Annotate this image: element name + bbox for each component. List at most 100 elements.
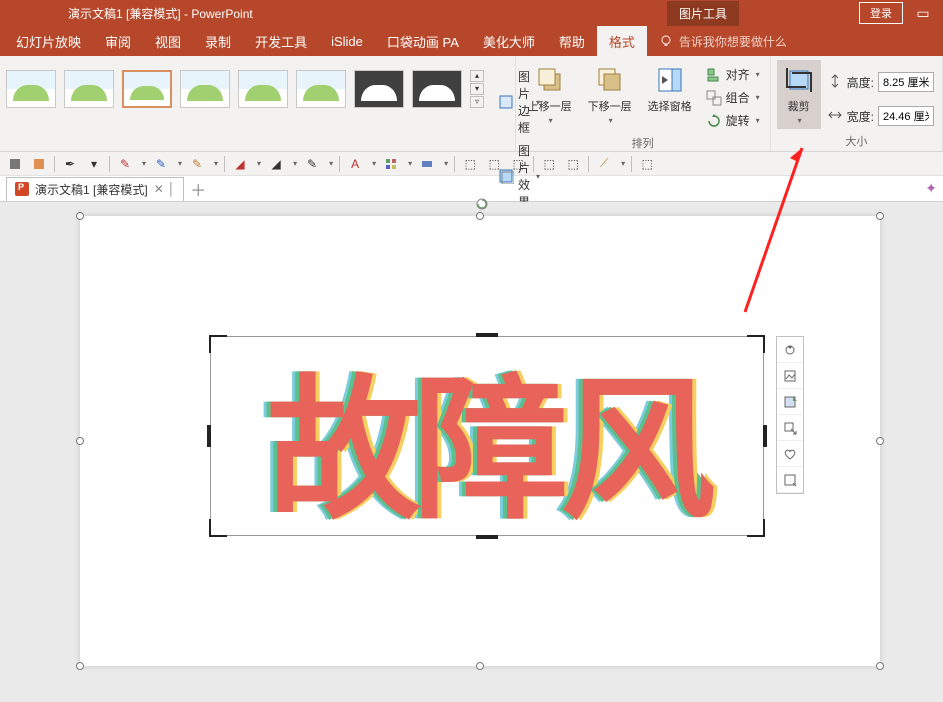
selected-image[interactable]: 故障风: [210, 336, 764, 536]
qat-pen3[interactable]: ✎: [188, 155, 206, 173]
style-thumb-3[interactable]: [122, 70, 172, 108]
style-thumb-7[interactable]: [354, 70, 404, 108]
crop-handle[interactable]: [476, 535, 498, 539]
group-button[interactable]: 组合▾: [702, 87, 764, 108]
flyout-option-5[interactable]: [777, 441, 803, 467]
doc-tab[interactable]: 演示文稿1 [兼容模式] ✕ │: [6, 177, 184, 201]
qat-a4[interactable]: ⬚: [540, 155, 558, 173]
style-thumb-4[interactable]: [180, 70, 230, 108]
pane-icon: [654, 64, 686, 96]
send-backward-button[interactable]: 下移一层▾: [582, 60, 638, 129]
qat-rect[interactable]: [418, 155, 436, 173]
crop-handle[interactable]: [476, 333, 498, 337]
crop-handle[interactable]: [207, 425, 211, 447]
qat-a3[interactable]: ⬚: [509, 155, 527, 173]
tab-slideshow[interactable]: 幻灯片放映: [4, 26, 93, 57]
tab-format[interactable]: 格式: [597, 26, 647, 57]
crop-handle[interactable]: [747, 519, 765, 537]
crop-handle[interactable]: [209, 519, 227, 537]
sel-handle[interactable]: [476, 662, 484, 670]
tab-dev[interactable]: 开发工具: [243, 26, 319, 57]
qat-a5[interactable]: ⬚: [564, 155, 582, 173]
style-thumb-5[interactable]: [238, 70, 288, 108]
width-input[interactable]: [878, 106, 934, 126]
bring-forward-button[interactable]: 上移一层▾: [522, 60, 578, 129]
flyout-option-1[interactable]: [777, 337, 803, 363]
border-icon: [498, 94, 514, 110]
qat-a1[interactable]: ⬚: [461, 155, 479, 173]
qat-fill[interactable]: ◢: [231, 155, 249, 173]
bulb-icon: [659, 34, 673, 48]
add-tab-button[interactable]: ＋: [190, 177, 206, 201]
title-bar: 演示文稿1 [兼容模式] - PowerPoint 图片工具 登录 ▭: [0, 0, 943, 26]
sel-handle[interactable]: [876, 662, 884, 670]
crop-handle[interactable]: [209, 335, 227, 353]
star-icon[interactable]: ✦: [925, 180, 937, 197]
crop-button[interactable]: 裁剪▾: [777, 60, 821, 129]
qat-grid[interactable]: [382, 155, 400, 173]
sel-handle[interactable]: [876, 212, 884, 220]
ribbon-display-options-icon[interactable]: ▭: [911, 5, 935, 22]
chevron-down-icon: ▾: [549, 116, 553, 125]
chevron-down-icon: ▾: [756, 70, 760, 79]
tab-islide[interactable]: iSlide: [319, 28, 375, 55]
height-control: 高度:: [825, 70, 936, 94]
width-control: 宽度:: [825, 104, 936, 128]
layout-options-flyout: [776, 336, 804, 494]
sel-handle[interactable]: [76, 662, 84, 670]
tab-pocket[interactable]: 口袋动画 PA: [375, 26, 471, 57]
pin-tab-icon[interactable]: │: [168, 182, 176, 196]
search-placeholder: 告诉我你想要做什么: [679, 33, 787, 50]
qat-fill3[interactable]: ✎: [303, 155, 321, 173]
tab-help[interactable]: 帮助: [547, 26, 597, 57]
align-icon: [706, 67, 722, 83]
qat-eyedropper[interactable]: ✒: [61, 155, 79, 173]
qat-a7[interactable]: ⬚: [638, 155, 656, 173]
tab-view[interactable]: 视图: [143, 26, 193, 57]
tab-beautify[interactable]: 美化大师: [471, 26, 547, 57]
rotate-handle[interactable]: [476, 198, 484, 206]
gallery-scroll-down[interactable]: ▾: [470, 83, 484, 95]
selection-pane-button[interactable]: 选择窗格: [642, 60, 698, 118]
close-tab-icon[interactable]: ✕: [154, 182, 164, 196]
sel-handle[interactable]: [876, 437, 884, 445]
qat-font[interactable]: A: [346, 155, 364, 173]
gallery-expand[interactable]: ▿: [470, 96, 484, 108]
doc-tab-title: 演示文稿1 [兼容模式]: [35, 181, 148, 198]
qat-2[interactable]: [30, 155, 48, 173]
style-thumb-8[interactable]: [412, 70, 462, 108]
tab-record[interactable]: 录制: [193, 26, 243, 57]
qat-pen2[interactable]: ✎: [152, 155, 170, 173]
align-button[interactable]: 对齐▾: [702, 64, 764, 85]
gallery-scroll-up[interactable]: ▴: [470, 70, 484, 82]
chevron-down-icon: ▾: [756, 116, 760, 125]
tell-me-search[interactable]: 告诉我你想要做什么: [659, 33, 787, 50]
login-button[interactable]: 登录: [859, 2, 903, 24]
flyout-option-4[interactable]: [777, 415, 803, 441]
forward-icon: [534, 64, 566, 96]
qat-fill2[interactable]: ◢: [267, 155, 285, 173]
picture-styles-gallery[interactable]: ▴ ▾ ▿: [6, 60, 484, 108]
slide[interactable]: 故障风: [80, 216, 880, 666]
qat-dd[interactable]: ▾: [85, 155, 103, 173]
sel-handle[interactable]: [76, 437, 84, 445]
crop-handle[interactable]: [763, 425, 767, 447]
crop-handle[interactable]: [747, 335, 765, 353]
height-input[interactable]: [878, 72, 934, 92]
tab-review[interactable]: 审阅: [93, 26, 143, 57]
qat-a6[interactable]: ⟋: [595, 155, 613, 173]
flyout-option-3[interactable]: [777, 389, 803, 415]
style-thumb-6[interactable]: [296, 70, 346, 108]
rotate-button[interactable]: 旋转▾: [702, 110, 764, 131]
style-thumb-2[interactable]: [64, 70, 114, 108]
slide-canvas[interactable]: 故障风: [0, 202, 943, 702]
qat-pen[interactable]: ✎: [116, 155, 134, 173]
style-thumb-1[interactable]: [6, 70, 56, 108]
sel-handle[interactable]: [476, 212, 484, 220]
qat-1[interactable]: [6, 155, 24, 173]
sel-handle[interactable]: [76, 212, 84, 220]
flyout-option-6[interactable]: [777, 467, 803, 493]
chevron-down-icon: ▾: [798, 116, 802, 125]
qat-a2[interactable]: ⬚: [485, 155, 503, 173]
flyout-option-2[interactable]: [777, 363, 803, 389]
